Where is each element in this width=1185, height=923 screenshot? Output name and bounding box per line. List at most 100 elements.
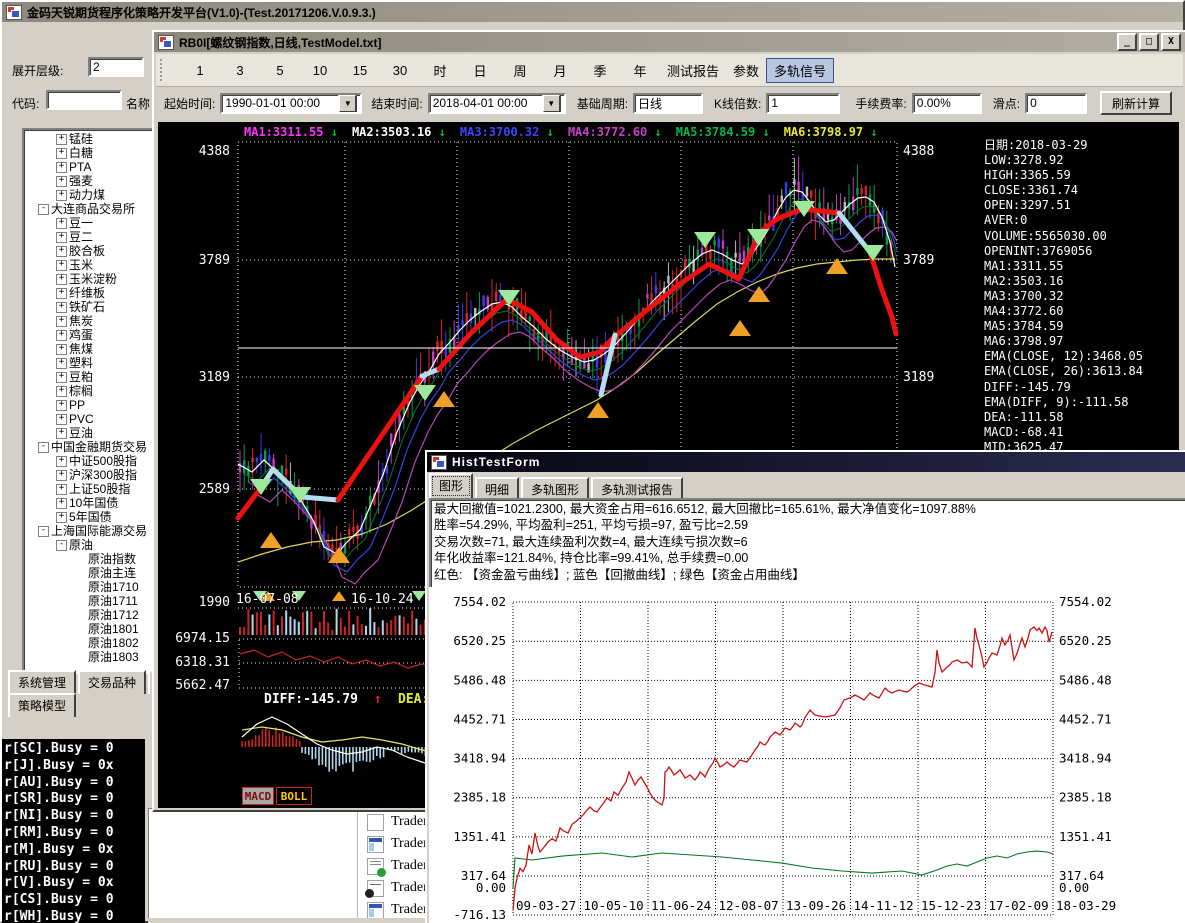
slippage-input[interactable]: 0 (1025, 93, 1087, 114)
expand-icon[interactable]: + (56, 176, 67, 187)
collapse-icon[interactable]: - (56, 540, 67, 551)
hist-titlebar[interactable]: HistTestForm (427, 452, 1185, 472)
expand-icon[interactable]: + (56, 372, 67, 383)
instrument-tree[interactable]: +锰硅+白糖+PTA+强麦+动力煤-大连商品交易所+豆一+豆二+胶合板+玉米+玉… (22, 128, 160, 674)
expand-icon[interactable]: + (56, 400, 67, 411)
tab-strategy-model[interactable]: 策略模型 (8, 693, 76, 717)
tree-item[interactable]: -大连商品交易所 (24, 202, 158, 216)
period-button-日[interactable]: 日 (460, 61, 500, 80)
collapse-icon[interactable]: - (38, 526, 49, 537)
tree-item[interactable]: -上海国际能源交易 (24, 524, 158, 538)
log-console[interactable]: r[SC].Busy = 0r[J].Busy = 0xr[AU].Busy =… (2, 739, 145, 923)
expand-icon[interactable]: + (56, 232, 67, 243)
expand-icon[interactable]: + (56, 162, 67, 173)
end-time-combo[interactable]: 2018-04-01 00:00 ▼ (428, 93, 566, 114)
tree-item[interactable]: 原油主连 (24, 566, 158, 580)
expand-icon[interactable]: + (56, 344, 67, 355)
hist-tab-图形[interactable]: 图形 (429, 473, 473, 499)
tree-item[interactable]: +上证50股指 (24, 482, 158, 496)
period-button-年[interactable]: 年 (620, 61, 660, 80)
tree-item[interactable]: +10年国债 (24, 496, 158, 510)
tree-item[interactable]: +焦炭 (24, 314, 158, 328)
period-button-月[interactable]: 月 (540, 61, 580, 80)
chevron-down-icon[interactable]: ▼ (542, 94, 561, 113)
expand-level-input[interactable]: 2 (88, 57, 144, 77)
expand-icon[interactable]: + (56, 302, 67, 313)
toolbar-button-参数[interactable]: 参数 (726, 59, 766, 82)
expand-icon[interactable]: + (56, 484, 67, 495)
tree-item[interactable]: 原油1712 (24, 608, 158, 622)
tree-item[interactable]: +焦煤 (24, 342, 158, 356)
k-multiple-input[interactable]: 1 (766, 93, 840, 114)
tree-item[interactable]: -中国金融期货交易 (24, 440, 158, 454)
tree-item[interactable]: +豆一 (24, 216, 158, 230)
expand-icon[interactable]: + (56, 386, 67, 397)
expand-icon[interactable]: + (56, 288, 67, 299)
expand-icon[interactable]: + (56, 148, 67, 159)
trader-list[interactable]: TraderTraderTraderTraderTrader (359, 811, 433, 921)
tree-item[interactable]: +锰硅 (24, 132, 158, 146)
tree-item[interactable]: 原油1801 (24, 622, 158, 636)
expand-icon[interactable]: + (56, 358, 67, 369)
toolbar-button-多轨信号[interactable]: 多轨信号 (766, 58, 834, 83)
tree-item[interactable]: 原油指数 (24, 552, 158, 566)
expand-icon[interactable]: + (56, 330, 67, 341)
tab-system-admin[interactable]: 系统管理 (8, 670, 76, 694)
close-button[interactable]: X (1161, 33, 1181, 51)
boll-button[interactable]: BOLL (276, 787, 312, 805)
tree-item[interactable]: 原油1711 (24, 594, 158, 608)
toolbar-button-测试报告[interactable]: 测试报告 (660, 59, 726, 82)
tree-item[interactable]: -原油 (24, 538, 158, 552)
expand-icon[interactable]: + (56, 316, 67, 327)
expand-icon[interactable]: + (56, 274, 67, 285)
refresh-button[interactable]: 刷新计算 (1100, 91, 1172, 115)
tree-item[interactable]: +白糖 (24, 146, 158, 160)
expand-icon[interactable]: + (56, 246, 67, 257)
main-titlebar[interactable]: 金码天锐期货程序化策略开发平台(V1.0)-(Test.20171206.V.0… (2, 2, 1183, 22)
tree-item[interactable]: +PVC (24, 412, 158, 426)
expand-icon[interactable]: + (56, 134, 67, 145)
tree-item[interactable]: +PP (24, 398, 158, 412)
tree-item[interactable]: +豆油 (24, 426, 158, 440)
period-button-季[interactable]: 季 (580, 61, 620, 80)
expand-icon[interactable]: + (56, 456, 67, 467)
tree-item[interactable]: +玉米淀粉 (24, 272, 158, 286)
expand-icon[interactable]: + (56, 428, 67, 439)
start-time-combo[interactable]: 1990-01-01 00:00 ▼ (220, 93, 362, 114)
maximize-button[interactable]: □ (1139, 33, 1159, 51)
expand-icon[interactable]: + (56, 470, 67, 481)
tab-instruments[interactable]: 交易品种 (78, 670, 146, 694)
trader-list-item[interactable]: Trader (359, 833, 433, 855)
tree-item[interactable]: +塑料 (24, 356, 158, 370)
tree-item[interactable]: 原油1803 (24, 650, 158, 664)
tree-item[interactable]: +PTA (24, 160, 158, 174)
tree-item[interactable]: +铁矿石 (24, 300, 158, 314)
toolbar-grip[interactable] (160, 59, 166, 81)
period-button-3[interactable]: 3 (220, 63, 260, 78)
tree-item[interactable]: +强麦 (24, 174, 158, 188)
tree-item[interactable]: +中证500股指 (24, 454, 158, 468)
collapse-icon[interactable]: - (38, 204, 49, 215)
period-button-10[interactable]: 10 (300, 63, 340, 78)
chevron-down-icon[interactable]: ▼ (338, 94, 357, 113)
tree-item[interactable]: +玉米 (24, 258, 158, 272)
collapse-icon[interactable]: - (38, 442, 49, 453)
macd-button[interactable]: MACD (242, 787, 274, 805)
period-button-30[interactable]: 30 (380, 63, 420, 78)
period-button-时[interactable]: 时 (420, 61, 460, 80)
tree-item[interactable]: +豆粕 (24, 370, 158, 384)
expand-icon[interactable]: + (56, 512, 67, 523)
code-input[interactable] (46, 90, 122, 110)
tree-item[interactable]: +鸡蛋 (24, 328, 158, 342)
base-period-input[interactable]: 日线 (633, 93, 703, 114)
expand-icon[interactable]: + (56, 190, 67, 201)
trader-list-item[interactable]: Trader (359, 811, 433, 833)
tree-item[interactable]: +纤维板 (24, 286, 158, 300)
equity-chart[interactable]: 09-03-2710-05-1011-06-2412-08-0713-09-26… (429, 587, 1185, 923)
trader-list-item[interactable]: Trader (359, 877, 433, 899)
tree-item[interactable]: +沪深300股指 (24, 468, 158, 482)
expand-icon[interactable]: + (56, 218, 67, 229)
tree-item[interactable]: 原油1802 (24, 636, 158, 650)
period-button-周[interactable]: 周 (500, 61, 540, 80)
minimize-button[interactable]: _ (1117, 33, 1137, 51)
